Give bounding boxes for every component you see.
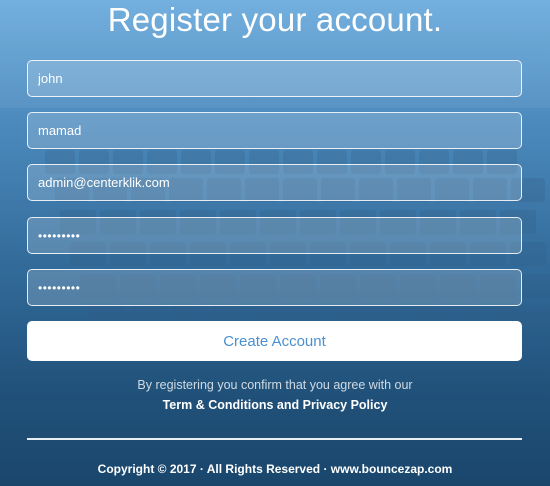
email-input[interactable] bbox=[27, 164, 522, 201]
create-account-button[interactable]: Create Account bbox=[27, 321, 522, 361]
last-name-input[interactable] bbox=[27, 112, 522, 149]
agreement-notice: By registering you confirm that you agre… bbox=[137, 378, 413, 392]
terms-privacy-link[interactable]: Term & Conditions and Privacy Policy bbox=[0, 397, 550, 413]
first-name-input[interactable] bbox=[27, 60, 522, 97]
page-title: Register your account. bbox=[107, 1, 443, 38]
footer-copyright: Copyright © 2017 · All Rights Reserved ·… bbox=[97, 462, 453, 476]
password-input[interactable] bbox=[27, 217, 522, 254]
register-page: Register your account. Create Account By… bbox=[0, 0, 550, 486]
footer-divider bbox=[27, 438, 522, 440]
confirm-password-input[interactable] bbox=[27, 269, 522, 306]
